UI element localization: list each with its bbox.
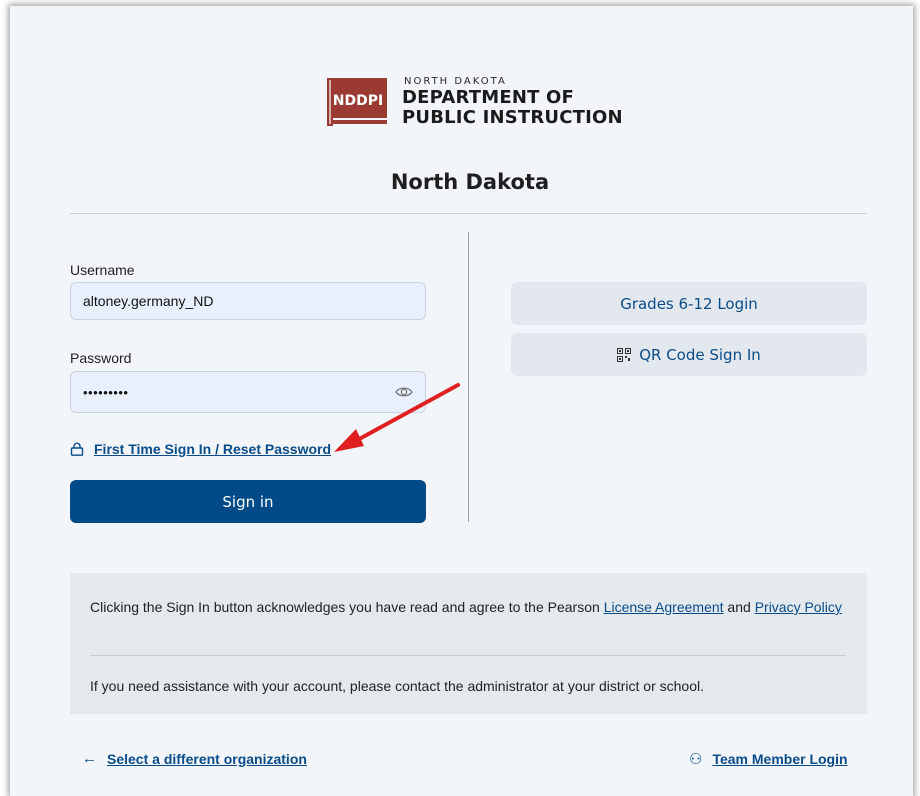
reset-password-label: First Time Sign In / Reset Password (94, 441, 332, 457)
username-label: Username (70, 262, 135, 278)
team-members-icon: ⚇ (689, 751, 703, 768)
select-organization-label: Select a different organization (107, 750, 307, 767)
organization-title: North Dakota (390, 170, 550, 194)
select-organization-link[interactable]: ← Select a different organization (82, 750, 307, 767)
license-agreement-link[interactable]: License Agreement (604, 599, 724, 615)
license-notice-and: and (723, 599, 755, 615)
team-member-login-link[interactable]: ⚇ Team Member Login (689, 750, 848, 768)
reset-password-link[interactable]: First Time Sign In / Reset Password (70, 441, 331, 457)
privacy-policy-link[interactable]: Privacy Policy (755, 599, 842, 615)
legal-notice-panel: Clicking the Sign In button acknowledges… (70, 573, 867, 714)
column-divider (468, 232, 469, 522)
qr-code-sign-in-button[interactable]: QR Code Sign In (511, 333, 867, 376)
password-value: ••••••••• (83, 384, 129, 400)
logo-acronym: NDDPI (333, 93, 383, 109)
logo-line-1: DEPARTMENT OF (402, 87, 575, 108)
qr-code-sign-in-label: QR Code Sign In (639, 345, 761, 364)
sign-in-button[interactable]: Sign in (70, 480, 426, 523)
qr-code-icon (617, 347, 632, 362)
logo-line-2: PUBLIC INSTRUCTION (402, 107, 623, 128)
screenshot-frame: NDDPI NORTH DAKOTA DEPARTMENT OF PUBLIC … (0, 0, 920, 796)
team-member-login-label: Team Member Login (712, 751, 848, 767)
lock-icon (70, 442, 84, 456)
username-field[interactable]: altoney.germany_ND (70, 282, 426, 320)
username-value: altoney.germany_ND (83, 293, 214, 309)
grades-6-12-login-button[interactable]: Grades 6-12 Login (511, 282, 867, 325)
password-label: Password (70, 350, 132, 366)
logo-state-text: NORTH DAKOTA (404, 76, 507, 87)
license-notice: Clicking the Sign In button acknowledges… (90, 597, 850, 618)
logo-book-icon: NDDPI (327, 78, 387, 126)
notice-divider (90, 655, 846, 656)
license-notice-text: Clicking the Sign In button acknowledges… (90, 599, 604, 615)
header-divider (70, 213, 867, 214)
assistance-text: If you need assistance with your account… (90, 678, 704, 694)
nddpi-logo: NDDPI NORTH DAKOTA DEPARTMENT OF PUBLIC … (325, 74, 625, 136)
show-password-eye-icon[interactable] (395, 385, 413, 399)
arrow-left-icon: ← (82, 750, 97, 767)
password-field[interactable]: ••••••••• (70, 371, 426, 413)
